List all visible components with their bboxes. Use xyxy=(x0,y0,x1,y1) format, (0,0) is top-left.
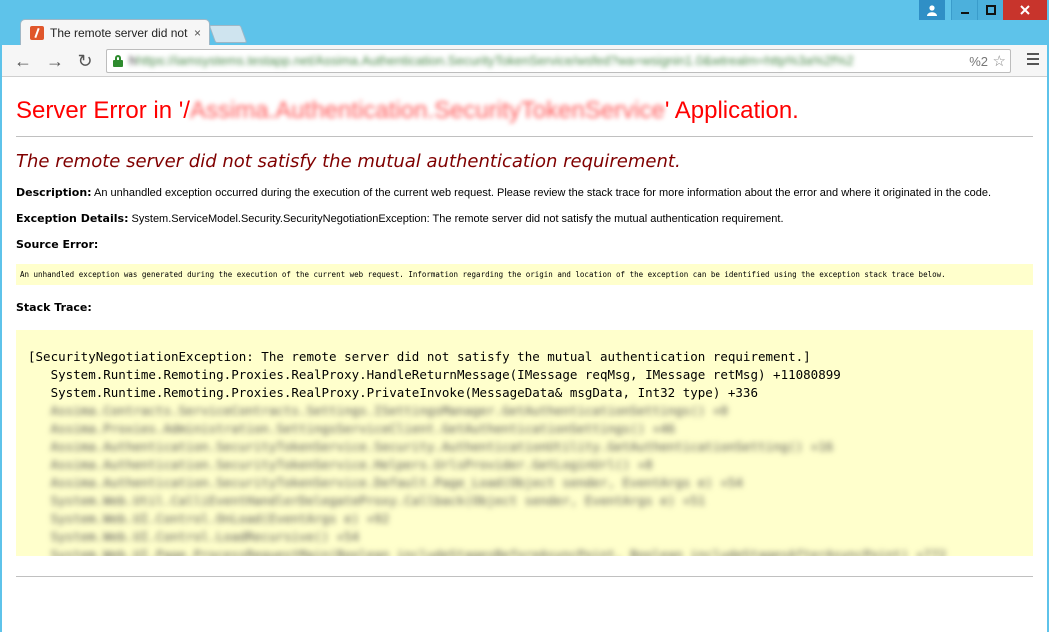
error-heading: The remote server did not satisfy the mu… xyxy=(16,151,681,172)
new-tab-button[interactable] xyxy=(208,25,248,43)
stack-line-blurred: Assima.Proxies.Administration.SettingsSe… xyxy=(28,421,676,436)
stack-line-blurred: Assima.Contracts.ServiceContracts.Settin… xyxy=(28,403,728,418)
forward-arrow-icon[interactable]: → xyxy=(44,51,66,71)
description-text: An unhandled exception occurred during t… xyxy=(94,187,992,199)
user-icon xyxy=(927,4,937,16)
stack-line: System.Runtime.Remoting.Proxies.RealProx… xyxy=(28,367,841,382)
tab-close-icon[interactable]: × xyxy=(194,26,201,40)
stack-line-blurred: System.Web.Util.CalliEventHandlerDelegat… xyxy=(28,493,706,508)
tab-active[interactable]: The remote server did not satisfy the mu… xyxy=(20,19,210,45)
maximize-icon xyxy=(985,5,996,15)
favicon-icon xyxy=(30,25,44,40)
stack-line-blurred: System.Web.UI.Page.ProcessRequestMain(Bo… xyxy=(28,547,947,556)
stack-line-blurred: Assima.Authentication.SecurityTokenServi… xyxy=(28,457,653,472)
source-error-section: Source Error: xyxy=(16,238,1033,251)
url-tail-text: %2 xyxy=(969,54,988,69)
stack-line: System.Runtime.Remoting.Proxies.RealProx… xyxy=(28,385,758,400)
bookmark-star-icon[interactable]: ☆ xyxy=(993,52,1006,70)
stack-line-blurred: System.Web.UI.Control.OnLoad(EventArgs e… xyxy=(28,511,390,526)
app-name-blurred: Assima.Authentication.SecurityTokenServi… xyxy=(189,97,665,124)
stack-line: [SecurityNegotiationException: The remot… xyxy=(28,349,811,364)
browser-toolbar: ← → ↻ hhttps://iamsystems.testapp.net/As… xyxy=(2,45,1047,77)
address-bar[interactable]: hhttps://iamsystems.testapp.net/Assima.A… xyxy=(106,49,1011,73)
reload-icon[interactable]: ↻ xyxy=(74,51,96,71)
stack-line-blurred: Assima.Authentication.SecurityTokenServi… xyxy=(28,439,834,454)
error-page: Server Error in '/Assima.Authentication.… xyxy=(2,97,1047,577)
url-text: hhttps://iamsystems.testapp.net/Assima.A… xyxy=(129,53,854,68)
stack-trace-label: Stack Trace: xyxy=(16,301,92,314)
exception-section: Exception Details: System.ServiceModel.S… xyxy=(16,212,1033,225)
stack-line-blurred: Assima.Authentication.SecurityTokenServi… xyxy=(28,475,743,490)
exception-text: System.ServiceModel.Security.SecurityNeg… xyxy=(131,213,784,225)
page-title: Server Error in '/Assima.Authentication.… xyxy=(16,97,799,124)
source-error-box: An unhandled exception was generated dur… xyxy=(16,264,1033,285)
tab-title: The remote server did not satisfy the mu… xyxy=(50,25,190,40)
lock-icon xyxy=(113,55,123,67)
hamburger-menu-icon[interactable] xyxy=(1027,53,1039,67)
description-section: Description: An unhandled exception occu… xyxy=(16,186,1033,199)
source-error-label: Source Error: xyxy=(16,238,99,251)
stack-line-blurred: System.Web.UI.Control.LoadRecursive() +5… xyxy=(28,529,360,544)
minimize-icon xyxy=(960,12,969,14)
description-label: Description: xyxy=(16,186,92,199)
divider xyxy=(16,576,1033,577)
page-viewport: Server Error in '/Assima.Authentication.… xyxy=(2,77,1047,632)
close-icon xyxy=(1020,5,1030,15)
back-arrow-icon[interactable]: ← xyxy=(12,51,34,71)
divider xyxy=(16,136,1033,137)
exception-label: Exception Details: xyxy=(16,212,129,225)
tab-strip: The remote server did not satisfy the mu… xyxy=(0,17,1049,45)
stack-trace-section: Stack Trace: xyxy=(16,301,1033,314)
stack-trace-box: [SecurityNegotiationException: The remot… xyxy=(16,330,1033,556)
